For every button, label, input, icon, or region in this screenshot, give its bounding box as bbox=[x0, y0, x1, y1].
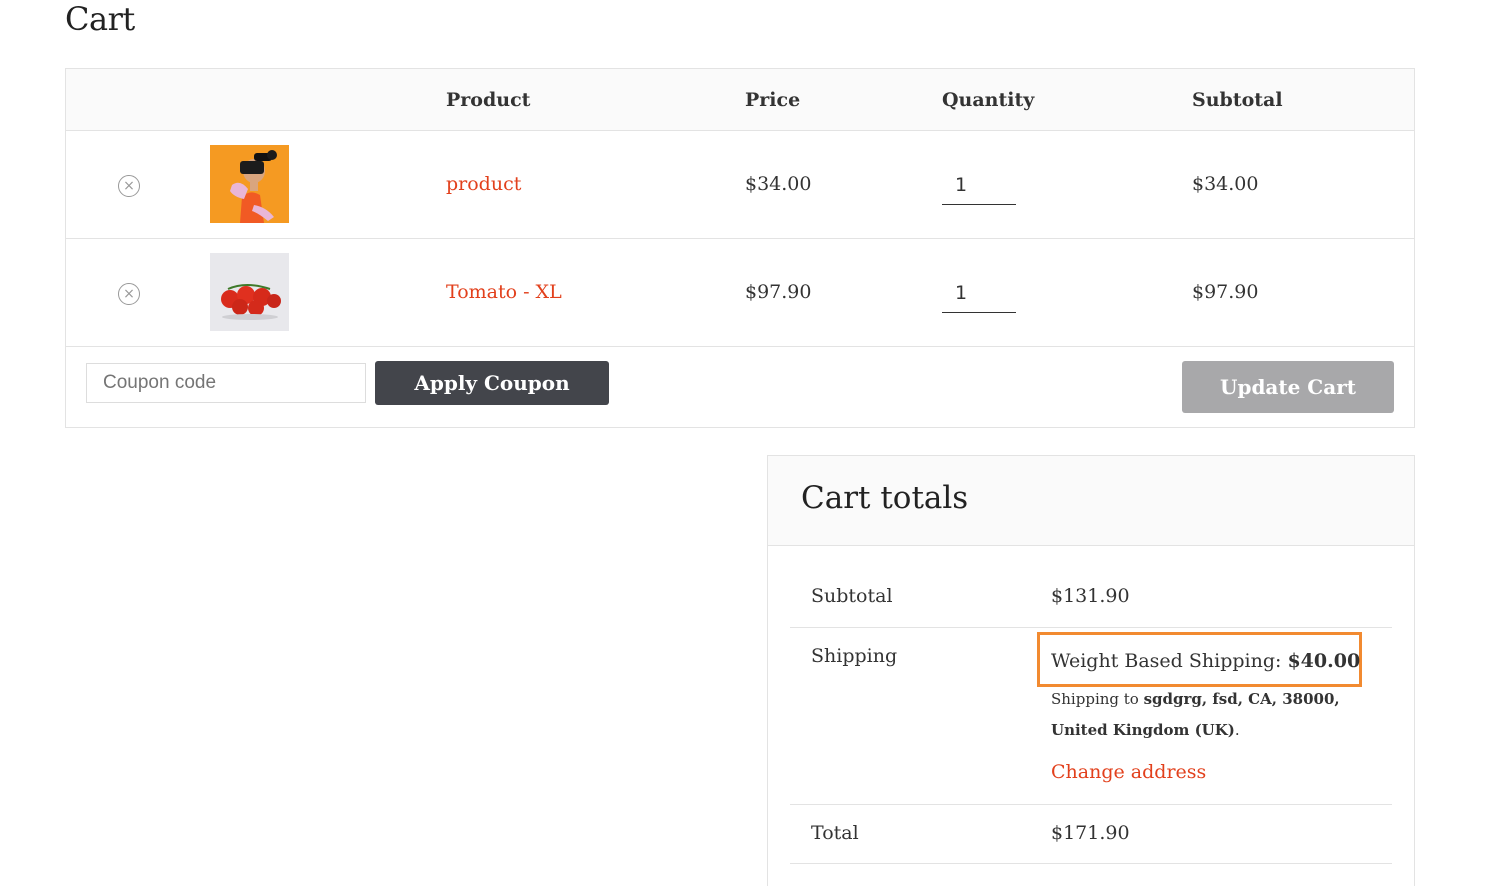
shipping-label: Shipping bbox=[811, 645, 898, 667]
totals-total-row: Total $171.90 bbox=[790, 805, 1392, 864]
product-thumbnail[interactable] bbox=[210, 253, 289, 331]
total-label: Total bbox=[811, 822, 859, 844]
product-link[interactable]: Tomato - XL bbox=[446, 281, 562, 303]
quantity-input[interactable] bbox=[942, 165, 1016, 205]
totals-subtotal-row: Subtotal $131.90 bbox=[790, 569, 1392, 628]
item-price: $97.90 bbox=[745, 281, 812, 303]
header-product: Product bbox=[446, 89, 531, 111]
item-price: $34.00 bbox=[745, 173, 812, 195]
quantity-input[interactable] bbox=[942, 273, 1016, 313]
update-cart-button[interactable]: Update Cart bbox=[1182, 361, 1394, 413]
remove-item-icon[interactable]: × bbox=[118, 283, 140, 305]
subtotal-label: Subtotal bbox=[811, 585, 893, 607]
total-value: $171.90 bbox=[1051, 822, 1130, 844]
cart-table: Product Price Quantity Subtotal × produc… bbox=[65, 68, 1415, 428]
shipping-destination: Shipping to sgdgrg, fsd, CA, 38000, Unit… bbox=[1051, 684, 1381, 746]
shipping-method-price: $40.00 bbox=[1287, 650, 1361, 672]
item-subtotal: $34.00 bbox=[1192, 173, 1259, 195]
totals-shipping-row: Shipping Weight Based Shipping: $40.00 S… bbox=[790, 628, 1392, 805]
cart-item-row: × Tomato - XL $97.90 $97.90 bbox=[66, 239, 1414, 347]
coupon-code-input[interactable] bbox=[86, 363, 366, 403]
item-subtotal: $97.90 bbox=[1192, 281, 1259, 303]
apply-coupon-button[interactable]: Apply Coupon bbox=[375, 361, 609, 405]
header-subtotal: Subtotal bbox=[1192, 89, 1283, 111]
header-price: Price bbox=[745, 89, 801, 111]
cart-totals-title: Cart totals bbox=[801, 480, 969, 516]
product-thumbnail[interactable] bbox=[210, 145, 289, 223]
header-quantity: Quantity bbox=[942, 89, 1035, 111]
shipping-to-prefix: Shipping to bbox=[1051, 690, 1139, 708]
shipping-method[interactable]: Weight Based Shipping: $40.00 bbox=[1051, 650, 1360, 672]
change-address-link[interactable]: Change address bbox=[1051, 761, 1206, 783]
cart-totals: Cart totals Subtotal $131.90 Shipping We… bbox=[767, 455, 1415, 886]
product-link[interactable]: product bbox=[446, 173, 521, 195]
subtotal-value: $131.90 bbox=[1051, 585, 1130, 607]
shipping-method-label: Weight Based Shipping: bbox=[1051, 650, 1282, 672]
cart-item-row: × product $34.00 $34.00 bbox=[66, 131, 1414, 239]
page-title: Cart bbox=[65, 0, 135, 38]
cart-totals-header: Cart totals bbox=[768, 456, 1414, 546]
shipping-to-suffix: . bbox=[1234, 721, 1240, 739]
cart-table-header: Product Price Quantity Subtotal bbox=[66, 69, 1414, 131]
remove-item-icon[interactable]: × bbox=[118, 175, 140, 197]
